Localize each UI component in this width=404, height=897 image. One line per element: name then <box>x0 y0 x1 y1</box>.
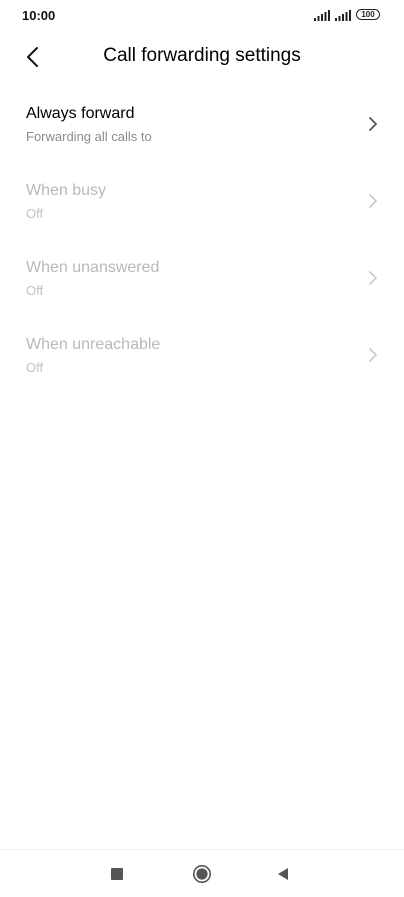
settings-list: Always forward Forwarding all calls to W… <box>0 95 404 403</box>
screen: 10:00 100 Call forwarding settings Alway… <box>0 0 404 897</box>
chevron-right-icon <box>369 271 377 285</box>
battery-icon: 100 <box>356 9 380 20</box>
square-icon[interactable] <box>111 868 123 880</box>
item-title: When unanswered <box>26 259 160 276</box>
chevron-right-icon <box>369 117 377 131</box>
item-subtitle: Off <box>26 360 44 375</box>
settings-item-when-unreachable[interactable]: When unreachable Off <box>0 326 404 403</box>
chevron-right-icon <box>369 348 377 362</box>
item-subtitle: Off <box>26 283 44 298</box>
header: Call forwarding settings <box>0 36 404 78</box>
chevron-right-icon <box>369 194 377 208</box>
status-bar: 10:00 100 <box>0 0 404 32</box>
item-subtitle: Off <box>26 206 44 221</box>
settings-item-when-busy[interactable]: When busy Off <box>0 172 404 249</box>
signal-icon <box>335 10 351 21</box>
signal-icon <box>314 10 330 21</box>
item-title: When busy <box>26 182 107 199</box>
triangle-left-icon[interactable] <box>276 867 290 881</box>
settings-item-always-forward[interactable]: Always forward Forwarding all calls to <box>0 95 404 172</box>
page-title: Call forwarding settings <box>103 45 301 66</box>
settings-item-when-unanswered[interactable]: When unanswered Off <box>0 249 404 326</box>
item-title: When unreachable <box>26 336 161 353</box>
nav-bar <box>0 849 404 897</box>
item-title: Always forward <box>26 105 135 122</box>
item-subtitle: Forwarding all calls to <box>26 129 152 144</box>
circle-icon[interactable] <box>192 864 212 884</box>
status-time: 10:00 <box>22 8 56 23</box>
